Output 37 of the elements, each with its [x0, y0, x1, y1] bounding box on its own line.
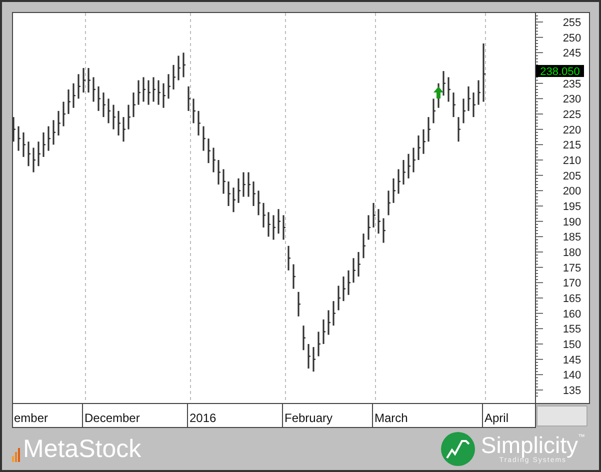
axis-label: March — [374, 411, 408, 425]
axis-label: ember — [14, 411, 48, 425]
axis-label: 160 — [562, 308, 582, 320]
axis-label: December — [84, 411, 140, 425]
axis-label: 135 — [562, 385, 582, 397]
axis-label: 185 — [562, 232, 582, 244]
axis-label: 145 — [562, 354, 582, 366]
price-label: 238.050 — [536, 64, 584, 78]
axis-corner-panel — [536, 406, 588, 426]
axis-label: 140 — [562, 370, 582, 382]
axis-label: 245 — [562, 48, 582, 60]
axis-label: 175 — [562, 262, 582, 274]
axis-label: 220 — [562, 124, 582, 136]
axis-label: 255 — [562, 17, 582, 29]
axis-label: 190 — [562, 216, 582, 228]
up-arrow-icon — [434, 86, 444, 99]
axis-label: April — [484, 411, 509, 425]
axis-label: 230 — [562, 94, 582, 106]
axis-label: 150 — [562, 339, 582, 351]
axis-label: 250 — [562, 32, 582, 44]
axis-label: 235 — [562, 78, 582, 90]
axis-label: 205 — [562, 170, 582, 182]
logo-text: Simplicity — [480, 434, 578, 457]
axis-label: 180 — [562, 247, 582, 259]
axis-label: 195 — [562, 201, 582, 213]
axis-label: 165 — [562, 293, 582, 305]
logo-text: MetaStock — [23, 436, 142, 462]
axis-label: 200 — [562, 186, 582, 198]
axis-label: February — [284, 411, 333, 425]
axis-label: 210 — [562, 155, 582, 167]
axis-label: 225 — [562, 109, 582, 121]
axis-label: 170 — [562, 278, 582, 290]
axis-label: 215 — [562, 140, 582, 152]
axis-label: 155 — [562, 324, 582, 336]
logo-icon — [440, 432, 475, 466]
axis-label: 2016 — [190, 411, 216, 425]
bars-logo-icon — [12, 446, 22, 462]
